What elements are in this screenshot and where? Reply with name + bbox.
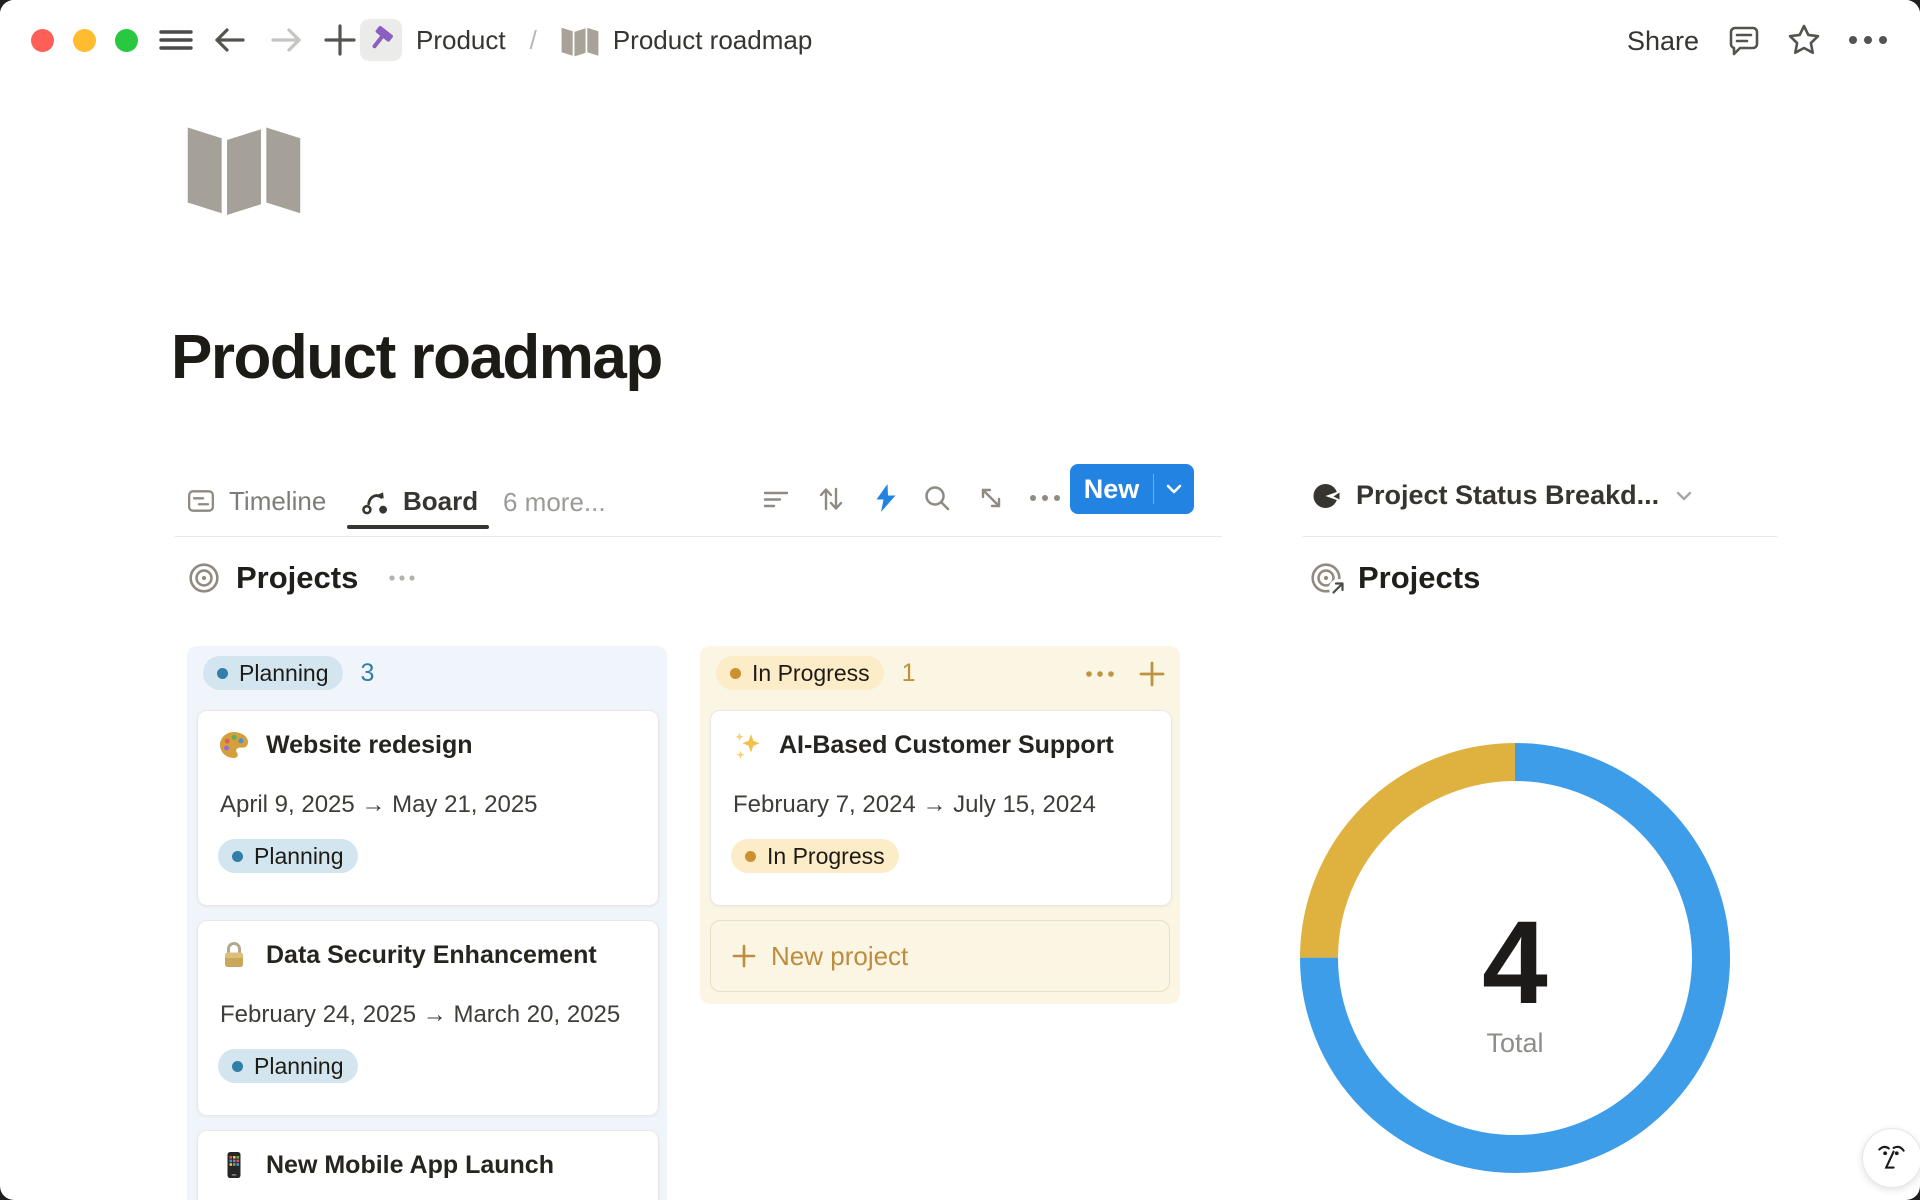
star-icon[interactable]: [1786, 22, 1822, 58]
chart-header-divider: [1303, 536, 1777, 537]
lock-icon: [218, 939, 250, 971]
board-view-icon: [360, 486, 390, 516]
tab-timeline[interactable]: Timeline: [187, 480, 326, 522]
tab-board-label: Board: [403, 486, 478, 517]
comment-icon[interactable]: [1727, 24, 1761, 58]
breadcrumb-separator: /: [530, 25, 537, 56]
card-status-badge: Planning: [218, 1049, 358, 1083]
new-button-label: New: [1070, 474, 1153, 505]
status-dot: [232, 1061, 243, 1072]
pie-chart-icon: [1312, 481, 1342, 511]
breadcrumb-workspace-button[interactable]: [360, 19, 402, 61]
target-icon: [188, 562, 220, 594]
status-label: Planning: [239, 660, 329, 687]
traffic-light-zoom[interactable]: [115, 29, 138, 52]
sparkles-icon: [731, 729, 763, 761]
notion-ai-button[interactable]: [1862, 1128, 1920, 1188]
status-label: Planning: [254, 1053, 344, 1080]
project-card-data-security[interactable]: Data Security Enhancement February 24, 2…: [197, 920, 659, 1116]
column-add-icon[interactable]: [1138, 660, 1166, 688]
plus-icon: [731, 943, 757, 969]
palette-icon: [218, 729, 250, 761]
card-status-badge: In Progress: [731, 839, 899, 873]
hammer-icon: [366, 23, 396, 58]
tab-more[interactable]: 6 more...: [503, 487, 606, 518]
status-badge-planning[interactable]: Planning: [203, 656, 343, 690]
board-column-in-progress: In Progress 1 AI-Based Customer Support …: [700, 646, 1180, 1004]
map-icon: [561, 23, 599, 57]
donut-total-label: Total: [1395, 1028, 1635, 1059]
traffic-light-close[interactable]: [31, 29, 54, 52]
back-arrow-icon[interactable]: [212, 24, 248, 56]
card-date-range: February 7, 2024 → July 15, 2024: [733, 791, 1096, 819]
donut-total-value: 4: [1395, 895, 1635, 1031]
column-more-icon[interactable]: [1084, 668, 1116, 680]
mobile-phone-icon: [218, 1149, 250, 1181]
section-more-icon[interactable]: [388, 572, 418, 584]
linked-target-icon: [1310, 562, 1342, 594]
search-icon[interactable]: [922, 483, 952, 513]
board-section-title: Projects: [236, 560, 358, 596]
more-icon[interactable]: [1846, 32, 1890, 48]
window-toolbar: Product / Product roadmap Share: [0, 0, 1920, 80]
column-count: 3: [361, 659, 375, 688]
share-button[interactable]: Share: [1627, 26, 1699, 57]
page-title: Product roadmap: [171, 322, 662, 393]
chart-view-tab[interactable]: Project Status Breakd...: [1312, 480, 1695, 511]
card-status-badge: Planning: [218, 839, 358, 873]
card-title: AI-Based Customer Support: [779, 731, 1114, 760]
page-icon-button[interactable]: [181, 115, 307, 220]
status-badge-in-progress[interactable]: In Progress: [716, 656, 884, 690]
status-dot: [217, 668, 228, 679]
card-title: New Mobile App Launch: [266, 1151, 554, 1180]
card-title: Website redesign: [266, 731, 473, 760]
view-options-more-icon[interactable]: [1028, 491, 1062, 505]
breadcrumb-page-label[interactable]: Product roadmap: [613, 25, 812, 56]
card-date-range: February 24, 2025 → March 20, 2025: [220, 1001, 620, 1029]
screen: Product / Product roadmap Share Product …: [0, 0, 1920, 1200]
breadcrumb: Product / Product roadmap: [360, 19, 812, 61]
column-count: 1: [902, 659, 916, 688]
project-card-website-redesign[interactable]: Website redesign April 9, 2025 → May 21,…: [197, 710, 659, 906]
lightning-icon[interactable]: [871, 482, 901, 514]
new-tab-plus-icon[interactable]: [322, 22, 358, 58]
map-icon: [181, 202, 307, 219]
new-project-button[interactable]: New project: [710, 920, 1170, 992]
new-button[interactable]: New: [1070, 464, 1194, 514]
new-project-label: New project: [771, 941, 908, 972]
chart-tab-label: Project Status Breakd...: [1356, 480, 1659, 511]
expand-icon[interactable]: [976, 483, 1006, 513]
status-label: In Progress: [767, 843, 885, 870]
card-date-range: April 9, 2025 → May 21, 2025: [220, 791, 538, 819]
breadcrumb-workspace-label[interactable]: Product: [416, 25, 506, 56]
sidebar-menu-icon[interactable]: [158, 24, 194, 56]
card-title: Data Security Enhancement: [266, 941, 597, 970]
forward-arrow-icon[interactable]: [268, 24, 304, 56]
board-column-planning: Planning 3 Website redesign April 9, 202…: [187, 646, 667, 1200]
chart-section-header: Projects: [1310, 560, 1480, 596]
sort-icon[interactable]: [816, 484, 846, 514]
timeline-icon: [187, 487, 215, 515]
chart-section-title: Projects: [1358, 560, 1480, 596]
board-section-header: Projects: [188, 560, 418, 596]
traffic-light-minimize[interactable]: [73, 29, 96, 52]
tab-timeline-label: Timeline: [229, 486, 326, 517]
chevron-down-icon: [1673, 488, 1695, 504]
status-dot: [730, 668, 741, 679]
tab-board[interactable]: Board: [360, 480, 478, 522]
app-window: Product / Product roadmap Share Product …: [0, 0, 1920, 1200]
status-dot: [745, 851, 756, 862]
filter-icon[interactable]: [761, 484, 791, 514]
status-dot: [232, 851, 243, 862]
status-label: In Progress: [752, 660, 870, 687]
ai-face-icon: [1875, 1140, 1909, 1176]
chevron-down-icon[interactable]: [1154, 482, 1194, 496]
project-card-mobile-app[interactable]: New Mobile App Launch May 1, 2025 → May …: [197, 1130, 659, 1200]
active-tab-underline: [347, 525, 489, 529]
status-label: Planning: [254, 843, 344, 870]
project-card-ai-support[interactable]: AI-Based Customer Support February 7, 20…: [710, 710, 1172, 906]
board-header-divider: [175, 536, 1222, 537]
